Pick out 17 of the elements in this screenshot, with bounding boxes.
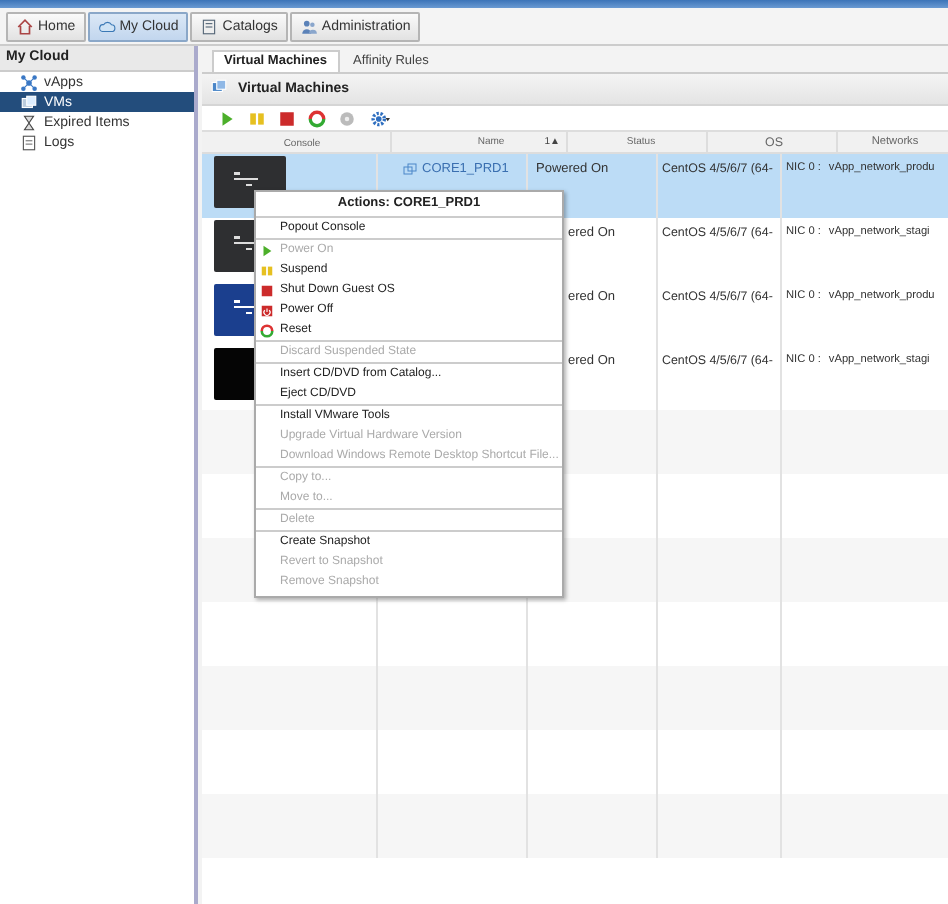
vm-icon xyxy=(210,78,228,96)
play-icon xyxy=(260,243,274,257)
power-off-icon xyxy=(260,303,274,317)
people-icon xyxy=(299,17,318,35)
stop-icon[interactable] xyxy=(278,109,296,127)
book-icon xyxy=(200,17,219,35)
reset-icon xyxy=(260,323,274,337)
vm-icon xyxy=(20,93,38,111)
log-icon xyxy=(20,133,38,151)
pause-icon xyxy=(260,263,274,277)
gear-icon[interactable] xyxy=(368,109,394,127)
reset-icon[interactable] xyxy=(308,109,326,127)
vm-icon xyxy=(402,162,418,178)
home-icon xyxy=(16,17,34,35)
cloud-icon xyxy=(97,17,116,35)
network-icon xyxy=(20,73,38,91)
stop-icon xyxy=(260,283,274,297)
